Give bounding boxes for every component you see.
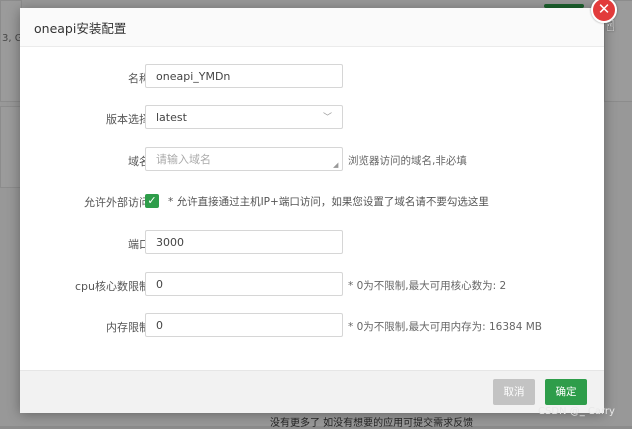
cpu-limit-label: cpu核心数限制 — [74, 280, 150, 293]
watermark: CSDN @_ Carry — [538, 406, 615, 417]
memory-limit-hint: * 0为不限制,最大可用内存为: 16384 MB — [348, 321, 542, 333]
cpu-limit-input[interactable]: 0 — [145, 272, 343, 296]
version-selected-value: latest — [156, 111, 187, 124]
version-select[interactable]: latest ﹀ — [145, 105, 343, 129]
hand-cursor-icon: ☝ — [606, 17, 616, 35]
chevron-down-icon: ﹀ — [322, 113, 332, 123]
domain-textarea[interactable]: 请输入域名 — [145, 147, 343, 171]
dialog-title: oneapi安装配置 — [34, 20, 127, 36]
external-access-checkbox[interactable]: ✓ — [145, 194, 159, 208]
checkmark-icon: ✓ — [147, 194, 157, 207]
name-input[interactable]: oneapi_YMDn — [145, 64, 343, 88]
version-label: 版本选择 — [106, 113, 150, 126]
dialog-footer: 取消 确定 — [20, 370, 604, 413]
confirm-button[interactable]: 确定 — [545, 379, 587, 405]
cancel-button[interactable]: 取消 — [493, 379, 535, 405]
background-feedback-text[interactable]: 没有更多了 如没有想要的应用可提交需求反馈 — [270, 414, 473, 429]
install-config-dialog: oneapi安装配置 名称 oneapi_YMDn 版本选择 latest ﹀ … — [20, 8, 604, 413]
memory-limit-label: 内存限制 — [106, 321, 150, 334]
external-access-label: 允许外部访问 — [84, 196, 150, 209]
cpu-limit-hint: * 0为不限制,最大可用核心数为: 2 — [348, 280, 507, 292]
memory-limit-input[interactable]: 0 — [145, 313, 343, 337]
port-input[interactable]: 3000 — [145, 230, 343, 254]
domain-hint: 浏览器访问的域名,非必填 — [348, 155, 467, 167]
external-access-hint: * 允许直接通过主机IP+端口访问，如果您设置了域名请不要勾选这里 — [168, 196, 489, 208]
dialog-header: oneapi安装配置 — [20, 8, 604, 47]
